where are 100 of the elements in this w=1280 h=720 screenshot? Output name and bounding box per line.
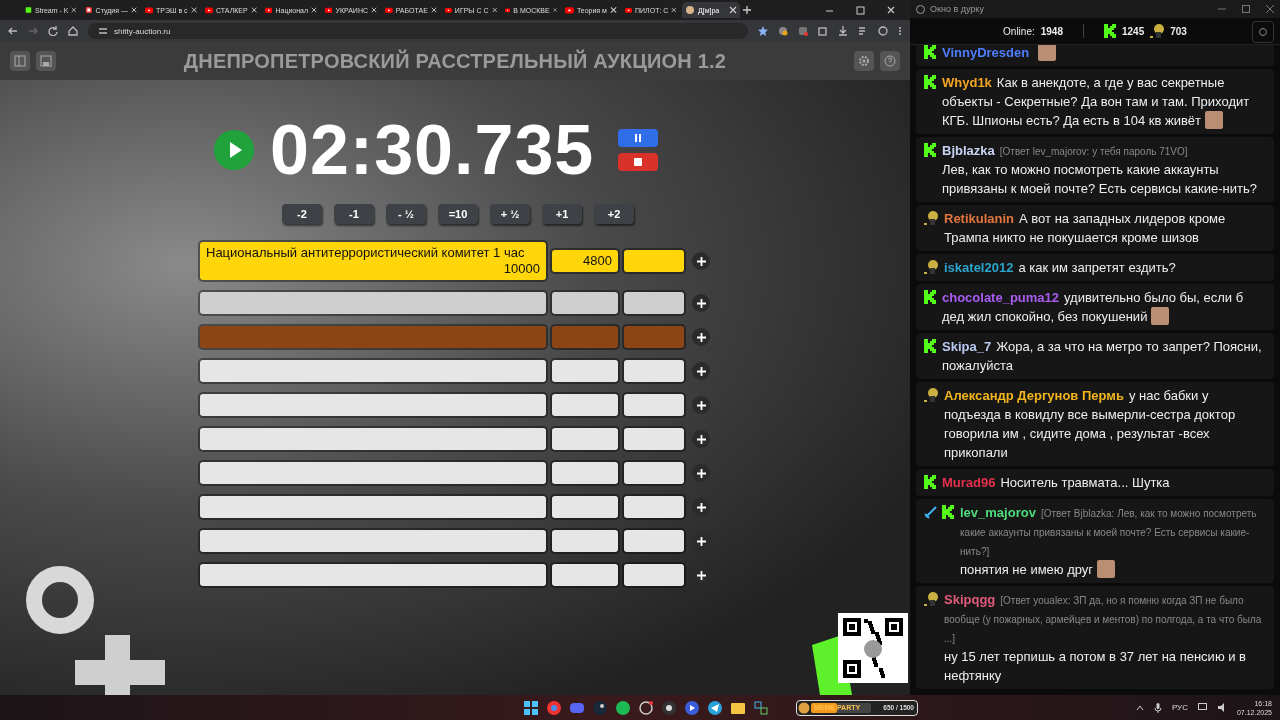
time-step-button[interactable]: +2: [594, 204, 634, 224]
chat-message: Александр Дергунов Пермь у нас бабки у подъезда в ковидлу все вымерли-сестра доктор говорила им , сидите дома , результат -всех прикопали: [944, 387, 1237, 462]
lot-name-field[interactable]: [200, 462, 546, 484]
sidebar-button[interactable]: [10, 51, 30, 71]
more-icon[interactable]: [898, 26, 902, 36]
profile-icon[interactable]: [878, 26, 888, 36]
back-icon[interactable]: [8, 26, 18, 36]
lot-price-field[interactable]: [552, 564, 618, 586]
download-icon[interactable]: [838, 26, 848, 36]
close-icon[interactable]: [887, 5, 896, 15]
bid-field[interactable]: [624, 462, 684, 484]
close-icon[interactable]: [130, 6, 137, 14]
taskbar-app[interactable]: [591, 698, 609, 717]
lot-price-field[interactable]: [552, 326, 618, 348]
close-icon[interactable]: [552, 6, 557, 14]
lot-name-field[interactable]: [200, 496, 546, 518]
pause-button[interactable]: [618, 129, 659, 147]
settings-button[interactable]: [1252, 21, 1274, 43]
close-icon[interactable]: [609, 6, 617, 14]
save-button[interactable]: [36, 51, 56, 71]
lot-name-field[interactable]: [200, 360, 546, 382]
add-button[interactable]: [692, 464, 710, 482]
close-icon[interactable]: [671, 6, 677, 14]
add-button[interactable]: [692, 396, 710, 414]
add-button[interactable]: [692, 498, 710, 516]
add-button[interactable]: [692, 362, 710, 380]
close-icon[interactable]: [729, 6, 737, 14]
extension-icon[interactable]: [798, 26, 808, 36]
time-step-button[interactable]: =10: [438, 204, 478, 224]
media-icon[interactable]: [858, 26, 868, 36]
language-indicator[interactable]: РУС: [1171, 703, 1188, 712]
taskbar-app[interactable]: [660, 698, 678, 717]
close-icon[interactable]: [250, 6, 257, 14]
taskbar-app[interactable]: [522, 698, 540, 717]
help-button[interactable]: [880, 51, 900, 71]
close-icon[interactable]: [71, 6, 77, 14]
stop-button[interactable]: [618, 153, 659, 171]
lot-name: Национальный антитеррористический комитет 1 час: [206, 245, 526, 261]
bid-field[interactable]: [624, 250, 684, 272]
plus-icon[interactable]: [742, 5, 752, 15]
bid-field[interactable]: [624, 496, 684, 518]
bid-field[interactable]: [624, 394, 684, 416]
puzzle-icon[interactable]: [818, 26, 828, 36]
add-button[interactable]: [692, 430, 710, 448]
bid-field[interactable]: [624, 292, 684, 314]
maximize-icon[interactable]: [1242, 5, 1250, 13]
lot-price-field[interactable]: 4800: [552, 250, 618, 272]
bid-field[interactable]: [624, 360, 684, 382]
time-step-button[interactable]: - ½: [386, 204, 426, 224]
home-icon[interactable]: [68, 26, 78, 36]
add-button[interactable]: [692, 252, 710, 270]
time-step-button[interactable]: -2: [282, 204, 322, 224]
add-button[interactable]: [692, 328, 710, 346]
taskbar-app[interactable]: [637, 698, 655, 717]
lot-name-field[interactable]: [200, 564, 546, 586]
close-icon[interactable]: [371, 6, 377, 14]
taskbar-app[interactable]: [706, 698, 724, 717]
lot-name-field[interactable]: Национальный антитеррористический комитет 1 час 10000: [200, 242, 546, 280]
close-icon[interactable]: [311, 6, 317, 14]
reload-icon[interactable]: [48, 26, 58, 36]
taskbar-app[interactable]: [683, 698, 701, 717]
microphone-icon[interactable]: [1153, 702, 1162, 713]
cross-icon: [75, 635, 165, 695]
close-icon[interactable]: [430, 6, 437, 14]
add-button[interactable]: [692, 294, 710, 312]
lot-price-field[interactable]: [552, 496, 618, 518]
plus-icon: [696, 400, 706, 410]
network-icon[interactable]: [1197, 703, 1208, 712]
time-step-button[interactable]: + ½: [490, 204, 530, 224]
speaker-icon[interactable]: [1217, 703, 1227, 712]
lot-price-field[interactable]: [552, 394, 618, 416]
lot-price-field[interactable]: [552, 530, 618, 552]
close-icon[interactable]: [491, 6, 497, 14]
lot-name-field[interactable]: [200, 326, 546, 348]
time-step-button[interactable]: +1: [542, 204, 582, 224]
time-step-button[interactable]: -1: [334, 204, 374, 224]
tab-icon: [85, 5, 93, 15]
taskbar-app[interactable]: [614, 698, 632, 717]
bid-field[interactable]: [624, 530, 684, 552]
tab-icon: [385, 5, 393, 15]
settings-button[interactable]: [854, 51, 874, 71]
lot-name-field[interactable]: [200, 292, 546, 314]
lot-price-field[interactable]: [552, 292, 618, 314]
bid-field[interactable]: [624, 564, 684, 586]
bid-field[interactable]: [624, 326, 684, 348]
address-field[interactable]: shitty-auction.ru: [88, 23, 748, 39]
maximize-icon[interactable]: [856, 5, 865, 15]
lot-name-field[interactable]: [200, 394, 546, 416]
extension-icon[interactable]: [778, 26, 788, 36]
star-icon[interactable]: [758, 26, 768, 36]
lot-name-field[interactable]: [200, 530, 546, 552]
lot-price-field[interactable]: [552, 462, 618, 484]
page-title: ДНЕПРОПЕТРОВСКИЙ РАССТРЕЛЬНЫЙ АУКЦИОН 1.2: [182, 49, 728, 73]
play-icon[interactable]: [214, 130, 254, 170]
lot-price-field[interactable]: [552, 360, 618, 382]
close-icon[interactable]: [190, 6, 197, 14]
chevron-icon[interactable]: [1135, 703, 1144, 712]
bid-field[interactable]: [624, 428, 684, 450]
lot-name-field[interactable]: [200, 428, 546, 450]
lot-price-field[interactable]: [552, 428, 618, 450]
